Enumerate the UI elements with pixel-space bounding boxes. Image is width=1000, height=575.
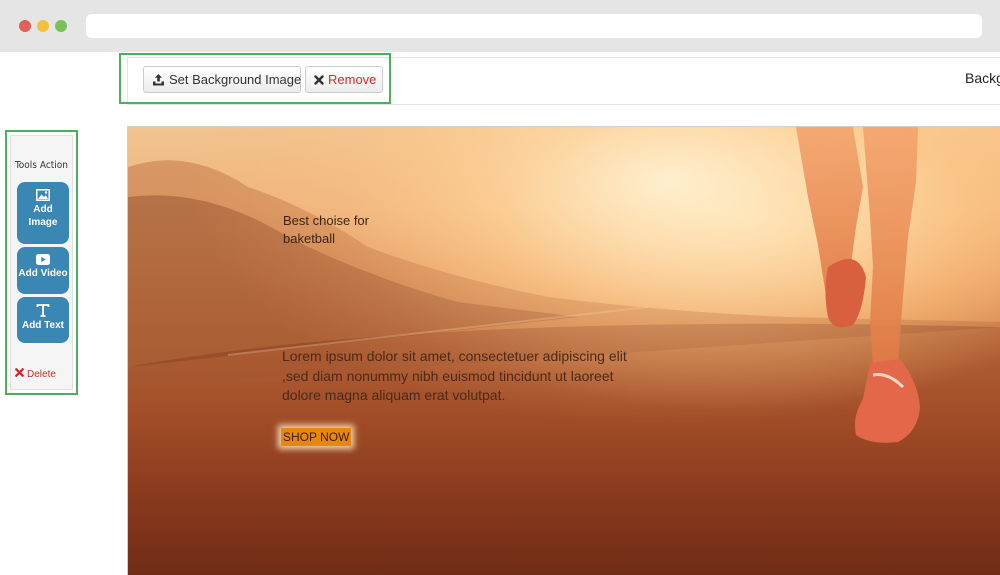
window-minimize-dot[interactable] — [37, 20, 49, 32]
add-video-button[interactable]: Add Video — [17, 247, 69, 294]
add-image-label-line1: Add — [33, 204, 53, 215]
remove-label: Remove — [328, 72, 377, 87]
add-text-label: Add Text — [21, 320, 65, 331]
tools-action-panel: Tools Action Add Image Add Video Add Tex — [5, 130, 78, 395]
upload-icon — [152, 73, 165, 86]
add-image-label-line2: Image — [28, 217, 58, 228]
add-video-label: Add Video — [18, 268, 68, 279]
set-background-image-label: Set Background Image — [169, 72, 302, 87]
close-icon — [15, 368, 24, 380]
video-play-icon — [17, 254, 69, 265]
delete-button[interactable]: Delete — [15, 368, 56, 380]
window-maximize-dot[interactable] — [55, 20, 67, 32]
hero-body-text[interactable]: Lorem ipsum dolor sit amet, consectetuer… — [282, 347, 652, 406]
banner-canvas[interactable]: Best choise for baketball Lorem ipsum do… — [127, 126, 1000, 575]
browser-title-bar — [0, 0, 1000, 52]
set-background-image-button[interactable]: Set Background Image — [143, 66, 301, 93]
window-close-dot[interactable] — [19, 20, 31, 32]
delete-label: Delete — [27, 368, 56, 380]
address-bar[interactable] — [86, 14, 982, 38]
shop-now-button[interactable]: SHOP NOW — [281, 428, 352, 446]
add-text-button[interactable]: Add Text — [17, 297, 69, 343]
text-icon — [17, 304, 69, 317]
tools-action-title: Tools Action — [15, 160, 68, 171]
hero-headline[interactable]: Best choise for baketball — [283, 212, 403, 248]
close-icon — [314, 74, 324, 85]
background-section-label: Background — [965, 70, 1000, 86]
remove-button[interactable]: Remove — [305, 66, 383, 93]
image-icon — [17, 189, 69, 201]
add-image-button[interactable]: Add Image — [17, 182, 69, 244]
